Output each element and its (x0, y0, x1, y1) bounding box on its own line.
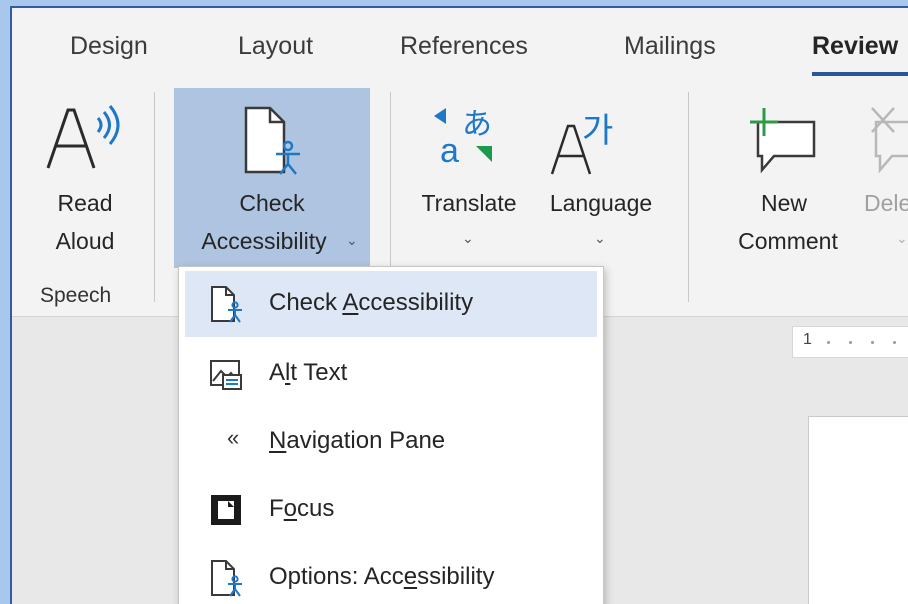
menu-item-label: Alt Text (269, 359, 348, 386)
chevron-down-icon[interactable]: ⌄ (896, 230, 908, 247)
menu-item-label: Navigation Pane (269, 427, 446, 454)
read-aloud-label-1[interactable]: Read (40, 184, 130, 223)
new-comment-label-2[interactable]: Comment (724, 222, 852, 261)
document-page[interactable] (808, 416, 908, 604)
chevron-down-icon[interactable]: ⌄ (462, 230, 474, 247)
check-accessibility-label-2[interactable]: Accessibility (174, 222, 354, 261)
menu-item-options-accessibility[interactable]: Options: Accessibility (179, 545, 603, 604)
navigation-pane-icon: « (227, 425, 240, 450)
new-comment-icon (750, 108, 816, 174)
menu-item-alt-text[interactable]: Alt Text (179, 341, 603, 407)
tab-references[interactable]: References (400, 32, 528, 61)
new-comment-label-1[interactable]: New (732, 184, 836, 223)
check-accessibility-menu: Check Accessibility Alt Text « Navigatio… (178, 266, 604, 604)
active-tab-indicator (812, 72, 908, 76)
delete-comment-icon (871, 107, 908, 174)
menu-item-label: Check Accessibility (269, 289, 474, 316)
tab-design[interactable]: Design (70, 32, 148, 61)
ribbon-separator (154, 92, 155, 302)
translate-label[interactable]: Translate (410, 184, 528, 223)
delete-label[interactable]: Dele (864, 184, 908, 223)
menu-item-label: Options: Accessibility (269, 563, 495, 590)
read-aloud-label-2[interactable]: Aloud (40, 222, 130, 261)
chevron-down-icon[interactable]: ⌄ (594, 230, 606, 247)
options-accessibility-icon (211, 560, 242, 597)
check-accessibility-icon (211, 286, 242, 323)
word-window: Design Layout References Mailings Review… (10, 6, 908, 604)
menu-item-navigation-pane[interactable]: « Navigation Pane (179, 409, 603, 475)
ruler-number: 1 (803, 331, 812, 348)
menu-item-focus[interactable]: Focus (179, 477, 603, 543)
ruler: 1 (792, 326, 908, 358)
translate-icon: a あ (434, 107, 492, 170)
chevron-down-icon[interactable]: ⌄ (346, 232, 358, 249)
tab-mailings[interactable]: Mailings (624, 32, 716, 61)
svg-text:あ: あ (462, 107, 492, 142)
ribbon-separator (688, 92, 689, 302)
alt-text-icon (210, 360, 242, 390)
tab-review[interactable]: Review (812, 32, 898, 61)
svg-text:가: 가 (582, 111, 613, 151)
check-accessibility-icon (244, 106, 300, 175)
tab-layout[interactable]: Layout (238, 32, 313, 61)
svg-text:a: a (440, 132, 459, 170)
check-accessibility-label-1[interactable]: Check (174, 184, 370, 223)
focus-icon (211, 495, 241, 525)
group-label-speech: Speech (40, 284, 112, 307)
language-icon: 가 (550, 111, 613, 175)
language-label[interactable]: Language (534, 184, 668, 223)
menu-item-label: Focus (269, 495, 335, 522)
read-aloud-icon (46, 105, 120, 169)
menu-item-check-accessibility[interactable]: Check Accessibility (185, 271, 597, 337)
